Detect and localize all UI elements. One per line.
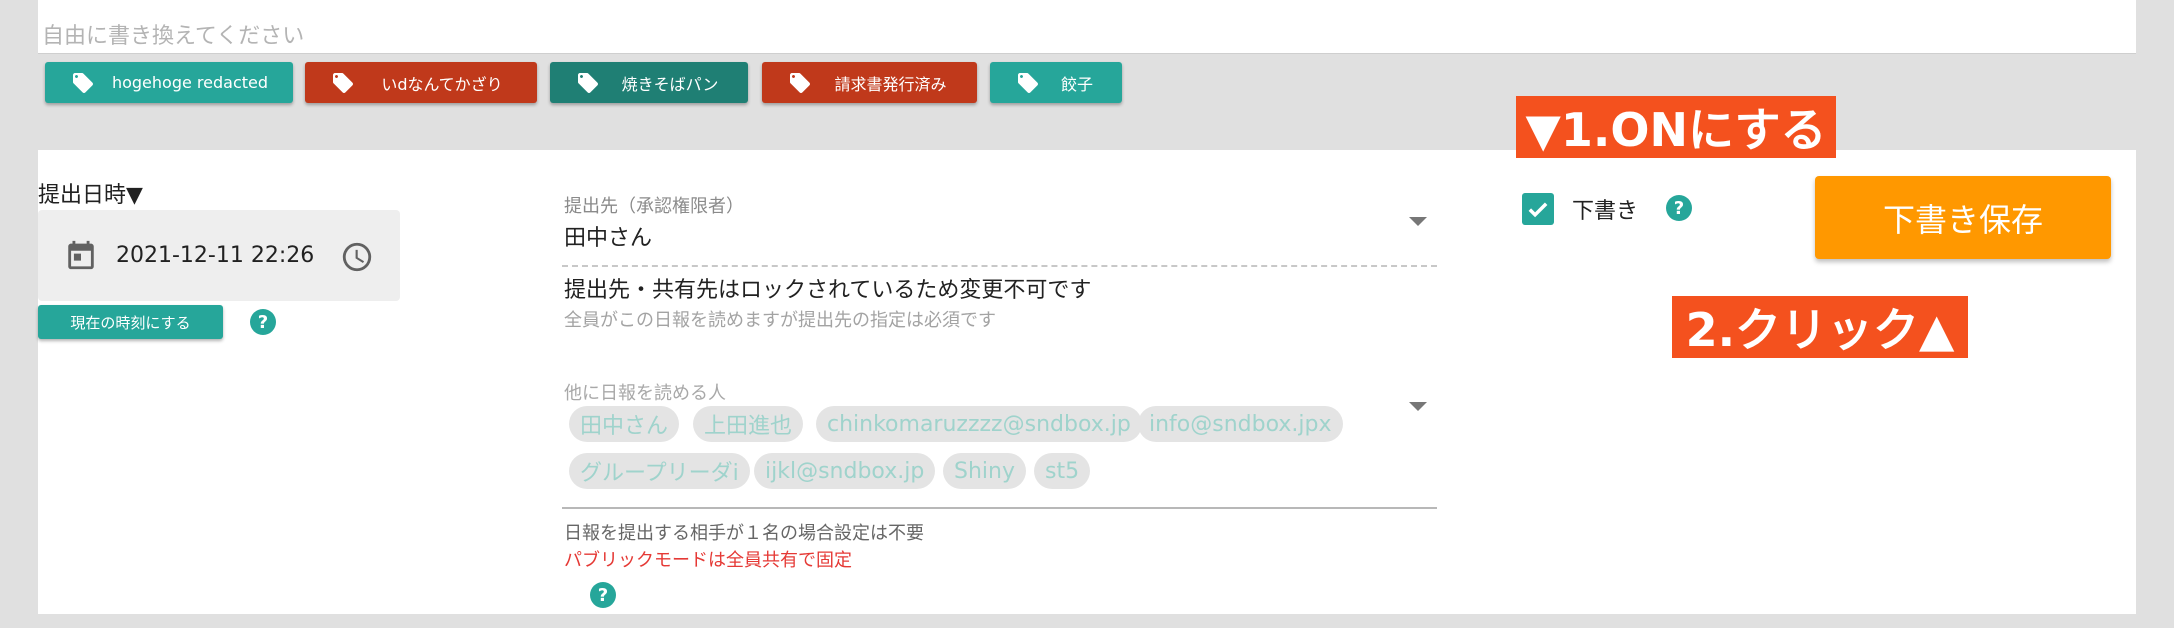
recipient-label: 提出先（承認権限者） [564, 196, 744, 217]
free-text-input[interactable]: 自由に書き換えてください [42, 18, 304, 50]
lock-notice: 提出先・共有先はロックされているため変更不可です [564, 278, 1092, 303]
help-icon[interactable]: ? [250, 309, 276, 335]
tag-chip[interactable]: hogehoge redacted [45, 62, 293, 103]
tag-chip[interactable]: 請求書発行済み [762, 62, 977, 103]
tag-label: 焼きそばパン [621, 74, 719, 94]
save-draft-button[interactable]: 下書き保存 [1815, 176, 2111, 259]
clock-icon[interactable] [340, 240, 374, 274]
set-current-time-button[interactable]: 現在の時刻にする [38, 305, 223, 339]
chevron-down-icon[interactable] [1409, 217, 1427, 226]
reader-chip[interactable]: グループリーダi [569, 453, 750, 489]
tag-label: hogehoge redacted [111, 73, 269, 92]
tag-label: 餃子 [1060, 74, 1093, 94]
submit-date-label: 提出日時▼ [38, 183, 143, 208]
reader-chip[interactable]: Shiny [943, 453, 1026, 489]
free-text-panel: 自由に書き換えてください [38, 0, 2136, 54]
reader-chip[interactable]: chinkomaruzzzz@sndbox.jp [816, 406, 1142, 442]
chevron-down-icon[interactable] [1409, 402, 1427, 411]
tag-chip[interactable]: いdなんてかざり [305, 62, 537, 103]
check-icon [1528, 202, 1548, 218]
draft-label[interactable]: 下書き [1572, 193, 1638, 225]
draft-checkbox[interactable] [1522, 193, 1554, 225]
reader-chip[interactable]: 上田進也 [693, 406, 804, 442]
help-icon[interactable]: ? [1666, 195, 1692, 221]
cc-note: 日報を提出する相手が１名の場合設定は不要 [564, 523, 924, 544]
submit-datetime-value[interactable]: 2021-12-11 22:26 [116, 243, 314, 268]
tag-chip[interactable]: 焼きそばパン [550, 62, 748, 103]
tag-chip[interactable]: 餃子 [990, 62, 1122, 103]
tag-label: いdなんてかざり [381, 74, 503, 94]
reader-chip[interactable]: 田中さん [569, 406, 680, 442]
recipient-underline [562, 265, 1437, 267]
calendar-icon[interactable] [64, 238, 98, 272]
annotation-step1: ▼1.ONにする [1516, 96, 1836, 158]
annotation-step2: 2.クリック▲ [1672, 296, 1968, 358]
public-mode-note: パブリックモードは全員共有で固定 [564, 550, 852, 571]
cc-underline [562, 507, 1437, 509]
help-icon[interactable]: ? [590, 582, 616, 608]
tag-label: 請求書発行済み [834, 74, 947, 94]
reader-chip[interactable]: st5 [1034, 453, 1091, 489]
submit-datetime-field[interactable]: 2021-12-11 22:26 [38, 210, 400, 301]
cc-readers-label: 他に日報を読める人 [564, 383, 726, 404]
lock-notice-sub: 全員がこの日報を読めますが提出先の指定は必須です [564, 310, 996, 331]
reader-chip[interactable]: info@sndbox.jpx [1138, 406, 1343, 442]
reader-chip[interactable]: ijkl@sndbox.jp [754, 453, 936, 489]
recipient-select[interactable]: 田中さん [564, 220, 652, 252]
